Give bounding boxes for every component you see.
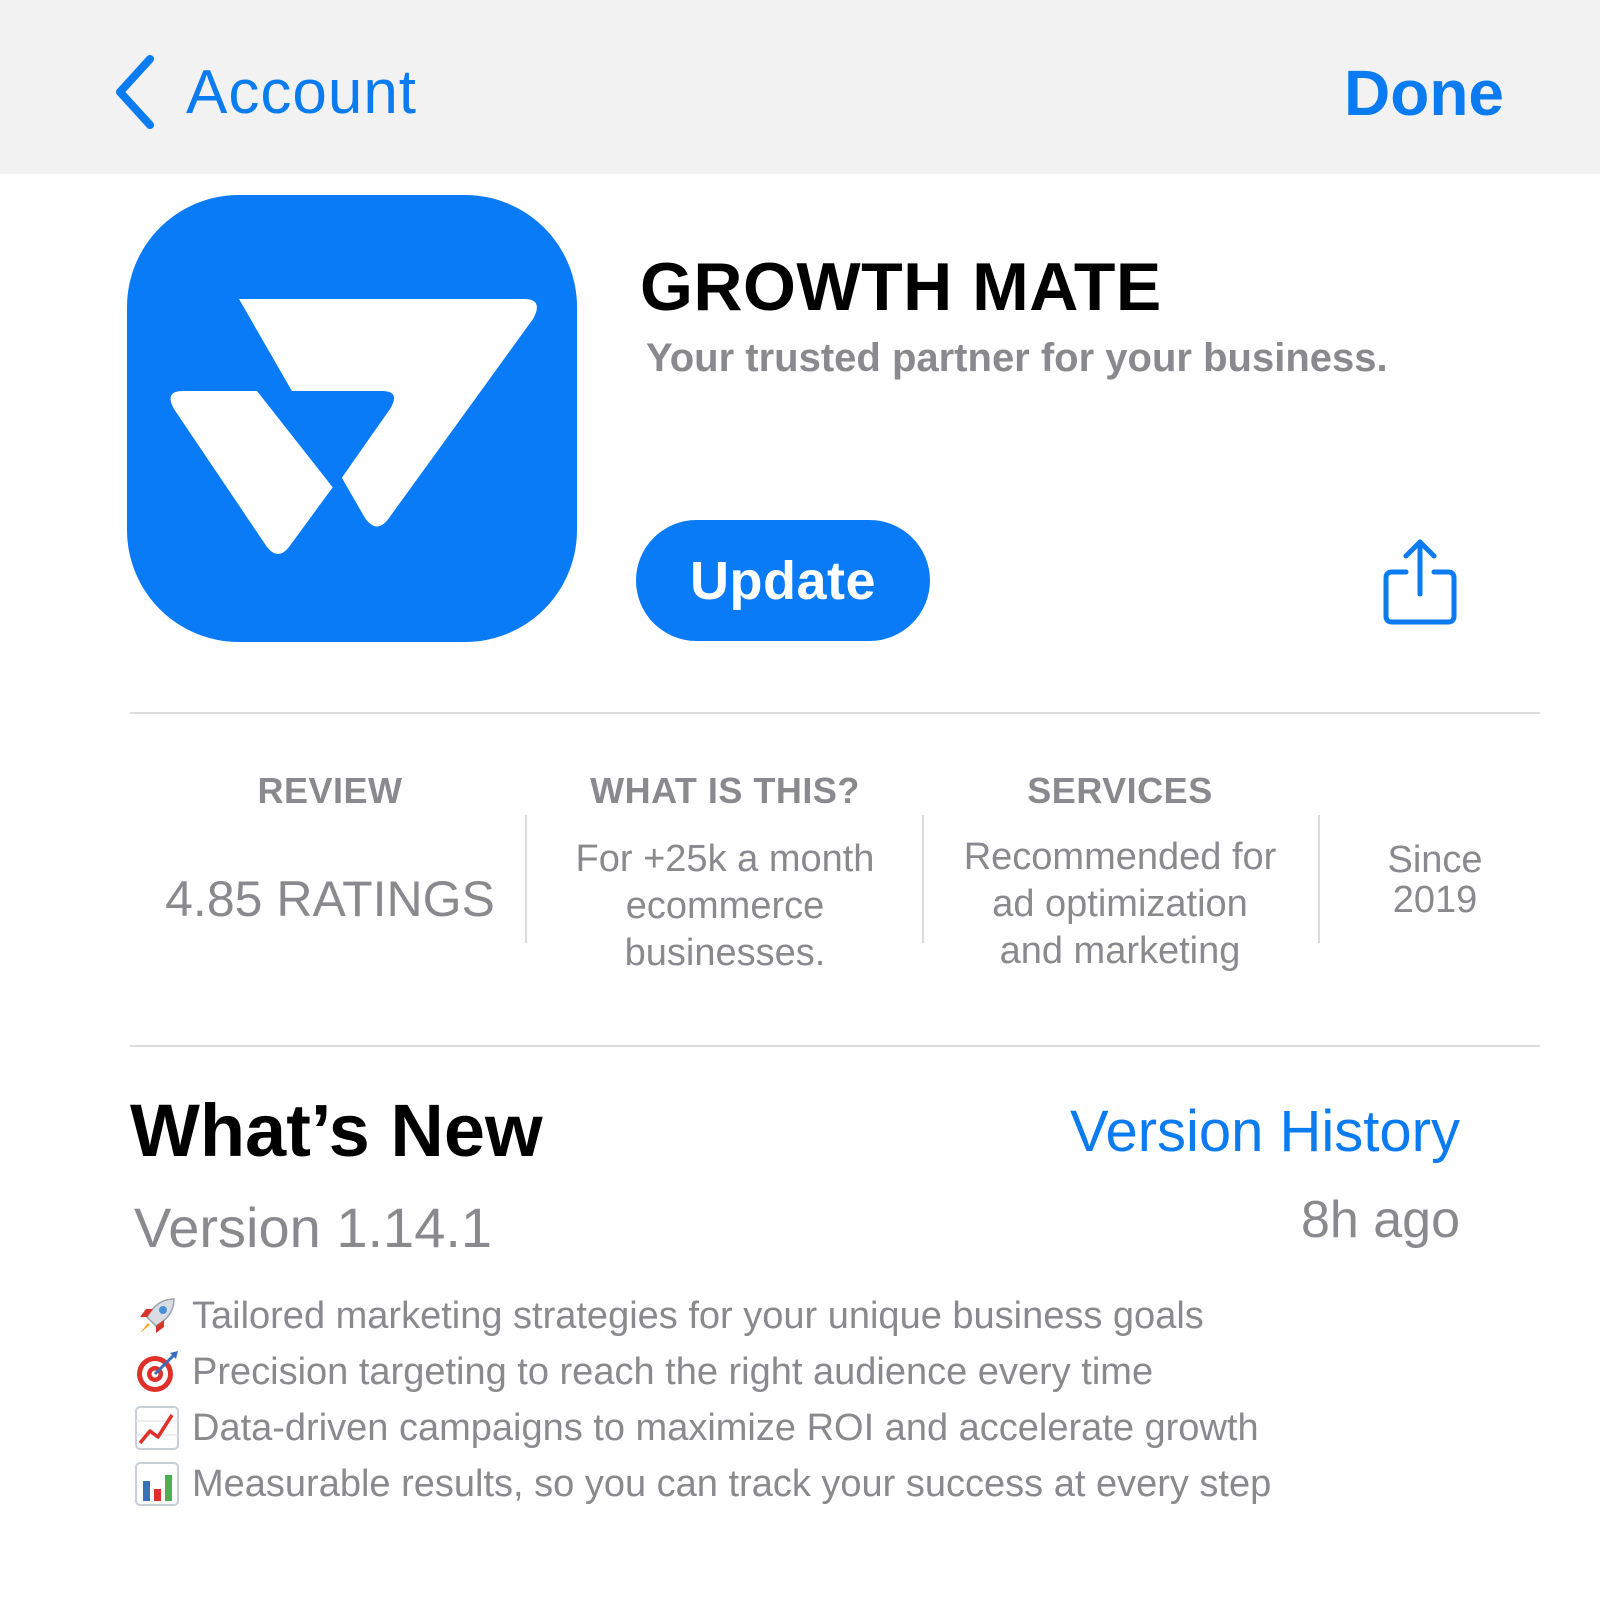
divider-top (130, 712, 1540, 714)
info-since: Since 2019 (1330, 840, 1540, 920)
app-icon (127, 195, 577, 642)
divider-bottom (130, 1045, 1540, 1047)
release-note-text: Tailored marketing strategies for your u… (192, 1294, 1204, 1337)
release-note-text: Precision targeting to reach the right a… (192, 1350, 1154, 1393)
whats-new-title: What’s New (130, 1089, 543, 1172)
back-button[interactable]: Account (112, 52, 417, 132)
chevron-left-icon (116, 55, 154, 129)
what-header: WHAT IS THIS? (590, 770, 860, 811)
app-name: GROWTH MATE (640, 249, 1162, 325)
release-note: Tailored marketing strategies for your u… (134, 1288, 1271, 1344)
share-icon (1383, 539, 1457, 625)
bar-chart-icon (134, 1461, 180, 1507)
info-separator (525, 815, 527, 943)
version-history-link[interactable]: Version History (1070, 1098, 1460, 1165)
version-number: Version 1.14.1 (134, 1196, 493, 1259)
release-note: Data-driven campaigns to maximize ROI an… (134, 1400, 1271, 1456)
services-description: Recommended for ad optimization and mark… (963, 836, 1277, 972)
release-note: Measurable results, so you can track you… (134, 1456, 1271, 1512)
navigation-bar: Account Done (0, 0, 1600, 174)
what-description: For +25k a month ecommerce businesses. (575, 838, 875, 974)
review-header: REVIEW (257, 770, 403, 811)
done-button[interactable]: Done (1344, 56, 1504, 130)
chart-up-icon (134, 1405, 180, 1451)
growth-mate-logo-icon (170, 299, 537, 554)
info-services: SERVICES Recommended for ad optimization… (930, 770, 1310, 975)
review-value: 4.85 RATINGS (165, 871, 495, 927)
release-note-text: Measurable results, so you can track you… (192, 1462, 1272, 1505)
info-separator (922, 815, 924, 943)
rocket-icon (134, 1293, 180, 1339)
release-note-text: Data-driven campaigns to maximize ROI an… (192, 1406, 1259, 1449)
update-button[interactable]: Update (636, 520, 930, 641)
release-note: Precision targeting to reach the right a… (134, 1344, 1271, 1400)
back-button-label: Account (186, 57, 418, 127)
app-tagline: Your trusted partner for your business. (646, 336, 1388, 380)
target-icon (134, 1349, 180, 1395)
services-header: SERVICES (1027, 770, 1213, 811)
share-button[interactable] (1380, 536, 1460, 628)
info-what: WHAT IS THIS? For +25k a month ecommerce… (540, 770, 910, 977)
info-review: REVIEW 4.85 RATINGS (130, 770, 530, 928)
release-notes: Tailored marketing strategies for your u… (134, 1288, 1271, 1512)
version-age: 8h ago (1300, 1191, 1460, 1249)
app-store-page: Account Done GROWTH MATE Your trusted pa… (0, 0, 1600, 1600)
since-text: Since 2019 (1387, 839, 1483, 921)
info-separator (1318, 815, 1320, 943)
